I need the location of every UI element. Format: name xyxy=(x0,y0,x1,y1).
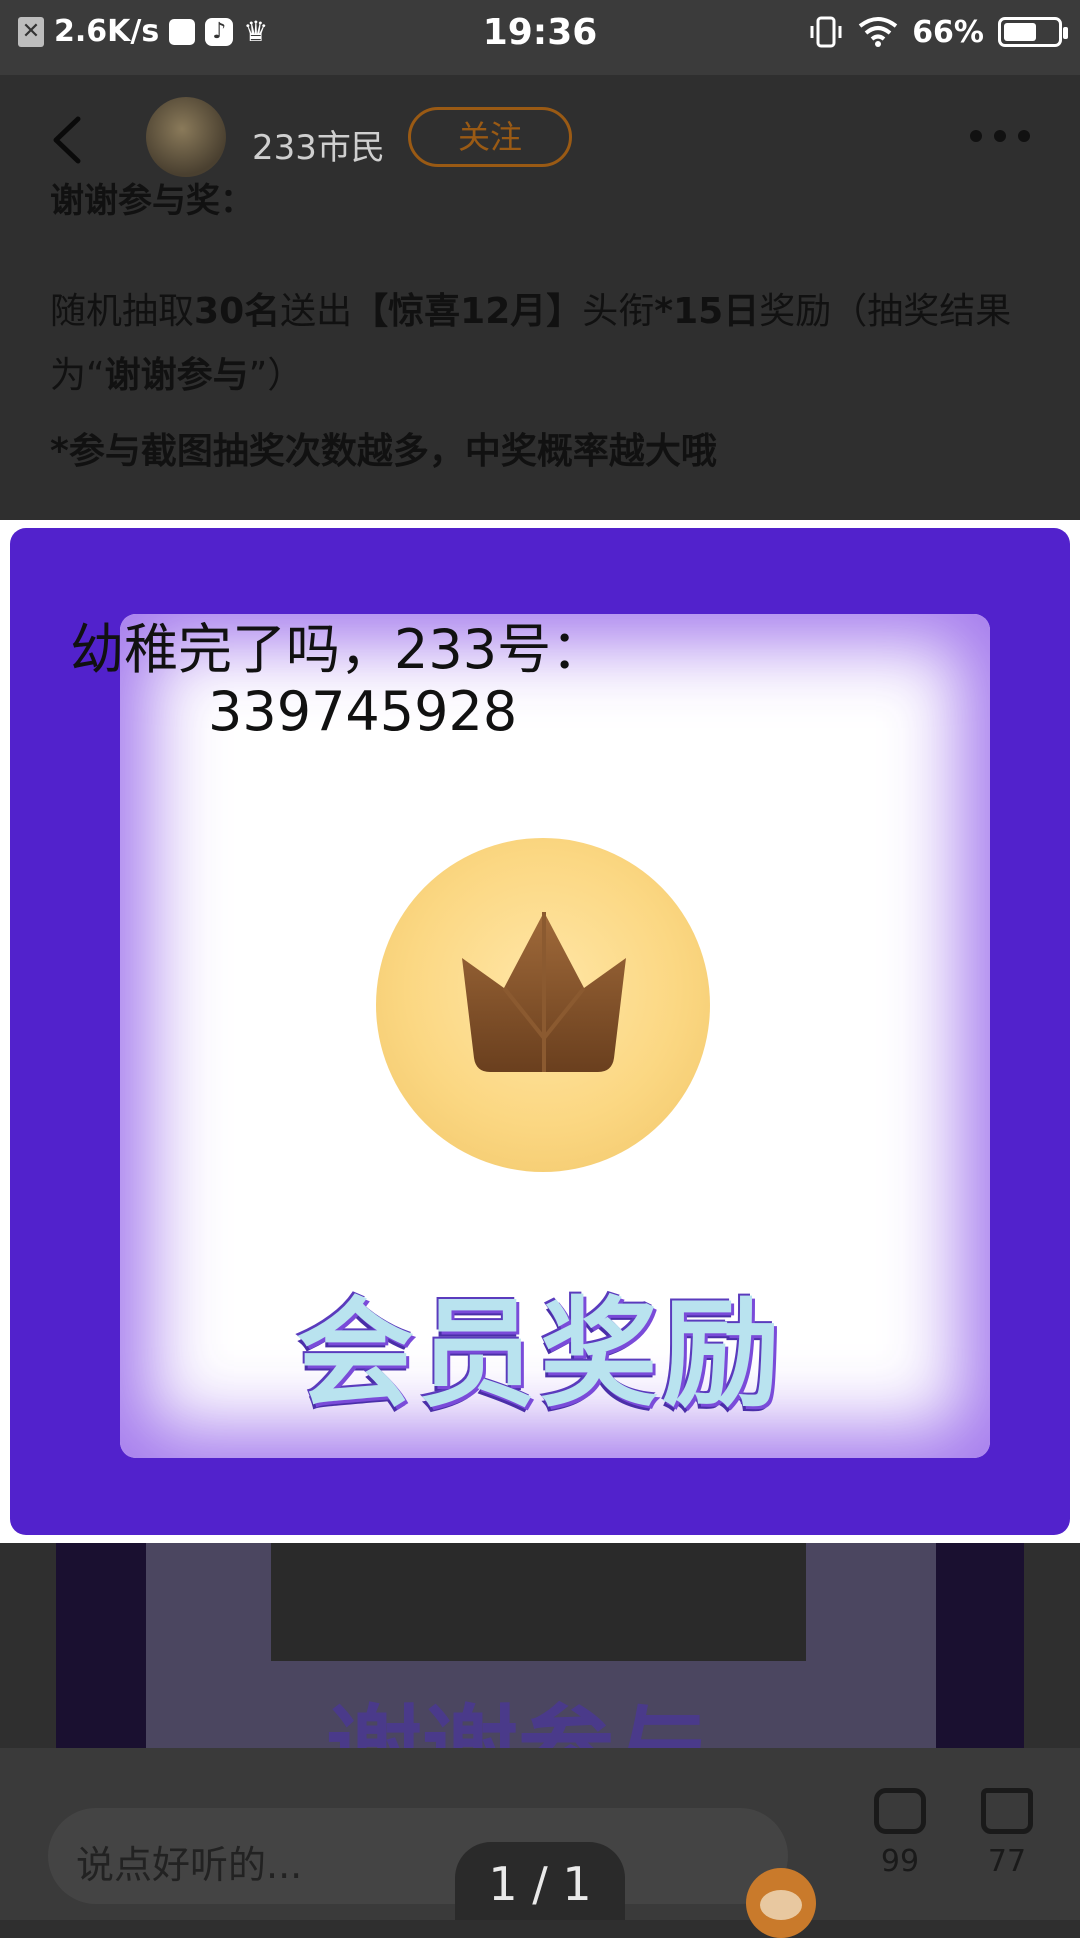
vibrate-icon xyxy=(810,16,842,48)
battery-icon xyxy=(998,17,1068,47)
peek-artwork xyxy=(271,1543,806,1661)
status-right: 66% xyxy=(808,14,1068,50)
comment-icon xyxy=(874,1788,926,1834)
more-dots-icon[interactable] xyxy=(970,130,1030,142)
wifi-icon xyxy=(858,17,898,47)
next-image-peek[interactable]: 谢谢参与 xyxy=(56,1543,1024,1748)
like-count: 77 xyxy=(987,1844,1027,1879)
overlay-text-line1: 幼稚完了吗，233号： xyxy=(70,618,606,681)
page-indicator: 1 / 1 xyxy=(455,1842,625,1920)
avatar[interactable] xyxy=(146,97,226,177)
comment-count: 99 xyxy=(880,1844,920,1879)
follow-button[interactable]: 关注 xyxy=(408,107,572,167)
like-button[interactable]: 77 xyxy=(962,1788,1052,1879)
clipped-heading: 谢谢参与奖： xyxy=(50,181,254,221)
peek-text: 谢谢参与 xyxy=(326,1673,710,1748)
battery-level xyxy=(1004,23,1037,41)
post-paragraph-1: 随机抽取30名送出【惊喜12月】头衔*15日奖励（抽奖结果为“谢谢参与”） xyxy=(50,291,1012,396)
status-bar: ✕ 2.6K/s ♪ ♛ 19:36 66% xyxy=(0,0,1080,75)
battery-percent: 66% xyxy=(912,14,984,50)
post-paragraph-2: *参与截图抽奖次数越多，中奖概率越大哦 xyxy=(50,431,717,472)
comment-input[interactable]: 说点好听的... xyxy=(48,1808,816,1938)
username[interactable]: 233市民 xyxy=(252,120,385,169)
comment-button[interactable]: 99 xyxy=(855,1788,945,1879)
thumbs-up-icon xyxy=(981,1788,1033,1834)
comment-placeholder: 说点好听的... xyxy=(76,1843,303,1887)
back-icon[interactable] xyxy=(48,115,88,165)
crown-icon xyxy=(462,912,626,1072)
gold-coin xyxy=(376,838,710,1172)
member-reward-text: 会员奖励 xyxy=(295,1285,784,1423)
overlay-text-id: 339745928 xyxy=(208,680,518,743)
mascot-icon[interactable] xyxy=(746,1868,816,1938)
